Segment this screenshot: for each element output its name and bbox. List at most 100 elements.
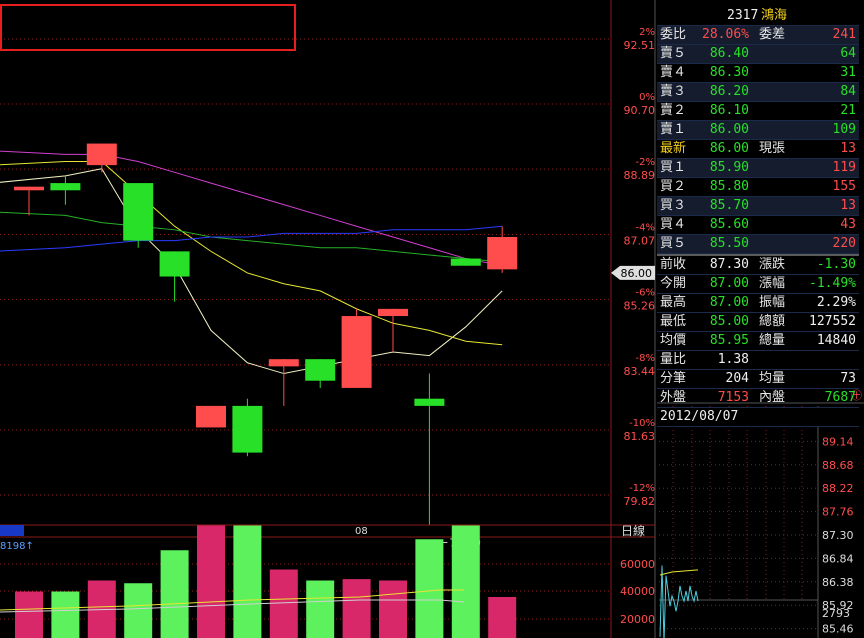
stat-value: 85.00: [709, 314, 749, 329]
candle-body: [86, 143, 117, 166]
stock-name: 鴻海: [761, 8, 788, 23]
y-pct-label: -2%: [636, 157, 655, 168]
volume-bar: [379, 580, 407, 638]
stat-value: 1.38: [717, 352, 749, 367]
diff-label: 委差: [759, 27, 786, 42]
ask-label: 賣５: [660, 46, 687, 61]
stat-label-2: 漲幅: [759, 276, 786, 291]
stat-label-2: 總量: [759, 333, 786, 348]
mini-y-label: 87.76: [822, 506, 854, 519]
cur-label: 現張: [759, 141, 786, 156]
ratio-value: 28.06%: [702, 27, 749, 42]
mini-volume-label: 2793: [822, 607, 850, 620]
ask-vol: 109: [832, 122, 856, 137]
y-price-label: 85.26: [624, 300, 656, 313]
mini-y-label: 86.38: [822, 576, 854, 589]
ask-row: 賣１ 86.00 109: [657, 121, 859, 140]
quote-title: 2317 鴻海: [657, 7, 859, 26]
volume-bar: [124, 583, 153, 638]
volume-left-label: 8198↑: [0, 541, 34, 552]
stock-code: 2317: [727, 8, 759, 23]
stat-row: 均價 85.95 總量 14840: [657, 332, 859, 351]
y-price-label: 87.07: [624, 234, 656, 247]
ask-price: 86.30: [709, 65, 749, 80]
y-pct-label: -10%: [629, 418, 655, 429]
bid-vol: 155: [832, 179, 856, 194]
stat-row: 分筆 204 均量 73: [657, 370, 859, 389]
ask-price: 86.00: [709, 122, 749, 137]
bid-vol: 43: [840, 217, 856, 232]
bid-label: 買３: [660, 198, 687, 213]
bid-label: 買４: [660, 217, 687, 232]
ask-vol: 84: [840, 84, 856, 99]
candle-body: [14, 186, 44, 191]
bid-vol: 13: [840, 198, 856, 213]
y-pct-label: -12%: [629, 483, 655, 494]
volume-tick: 40000: [620, 585, 655, 598]
y-pct-label: -8%: [636, 353, 655, 364]
mini-y-label: 87.30: [822, 529, 854, 542]
ratio-label: 委比: [660, 27, 687, 42]
bid-label: 買５: [660, 236, 687, 251]
bid-label: 買１: [660, 160, 687, 175]
ask-label: 賣４: [660, 65, 687, 80]
stat-value-2: -1.30: [816, 257, 856, 272]
y-pct-label: -4%: [636, 222, 655, 233]
y-pct-label: -6%: [636, 288, 655, 299]
x-label: 08: [355, 526, 368, 537]
stat-value: 204: [725, 371, 749, 386]
bid-label: 買２: [660, 179, 687, 194]
candle-body: [159, 251, 190, 277]
ask-list: 賣５ 86.40 64 賣４ 86.30 31 賣３ 86.20 84 賣２ 86.10 21 賣１ 86…: [657, 45, 859, 140]
volume-bar: [269, 569, 298, 638]
volume-bar: [342, 579, 371, 638]
candle-body: [232, 405, 263, 453]
stats-list: 前收 87.30 漲跌 -1.30 今開 87.00 漲幅 -1.49% 最高 87.00 振幅 2.…: [657, 256, 859, 408]
volume-bar: [197, 525, 225, 638]
stat-value: 85.95: [709, 333, 749, 348]
stat-value-2: 73: [840, 371, 856, 386]
volume-bar: [415, 539, 444, 638]
stat-value: 7153: [717, 390, 749, 405]
y-price-label: 88.89: [624, 169, 656, 182]
bid-row: 買５ 85.50 220: [657, 235, 859, 254]
candle-body: [50, 183, 81, 191]
date-label: 2012/08/07: [660, 409, 739, 424]
y-price-label: 81.63: [624, 430, 656, 443]
bid-row: 買４ 85.60 43: [657, 216, 859, 235]
bid-list: 買１ 85.90 119 買２ 85.80 155 買３ 85.70 13 買４ 85.60 43 買５…: [657, 159, 859, 254]
candle-body: [341, 316, 372, 388]
candle-body: [305, 359, 336, 381]
volume-bar: [451, 525, 480, 638]
ask-price: 86.10: [709, 103, 749, 118]
bid-row: 買３ 85.70 13: [657, 197, 859, 216]
bid-vol: 119: [832, 160, 856, 175]
volume-bar: [488, 597, 517, 638]
stat-row: 外盤 7153 內盤 7687: [657, 389, 859, 408]
volume-bar: [15, 591, 43, 638]
ask-row: 賣２ 86.10 21: [657, 102, 859, 121]
volume-tick: 60000: [620, 558, 655, 571]
stat-value: 87.00: [709, 276, 749, 291]
candle-body: [123, 183, 154, 241]
date-row: 2012/08/07: [657, 408, 859, 427]
bid-price: 85.60: [709, 217, 749, 232]
stat-row: 最低 85.00 總額 127552: [657, 313, 859, 332]
bid-row: 買２ 85.80 155: [657, 178, 859, 197]
y-pct-label: 0%: [639, 92, 655, 103]
stat-value-2: 7687: [824, 390, 856, 405]
stat-label: 最高: [660, 295, 687, 310]
ask-vol: 21: [840, 103, 856, 118]
stat-value-2: 14840: [816, 333, 856, 348]
stat-label: 分筆: [660, 371, 687, 386]
stat-row: 量比 1.38: [657, 351, 859, 370]
scroll-thumb[interactable]: [0, 525, 24, 536]
stock-code-input[interactable]: [0, 4, 296, 51]
intraday-line: [659, 565, 699, 638]
stat-row: 最高 87.00 振幅 2.29%: [657, 294, 859, 313]
chart-title: 日線: [621, 523, 645, 538]
volume-bar: [306, 580, 335, 638]
bid-price: 85.50: [709, 236, 749, 251]
candle-body: [414, 398, 445, 406]
candle-body: [378, 308, 408, 317]
